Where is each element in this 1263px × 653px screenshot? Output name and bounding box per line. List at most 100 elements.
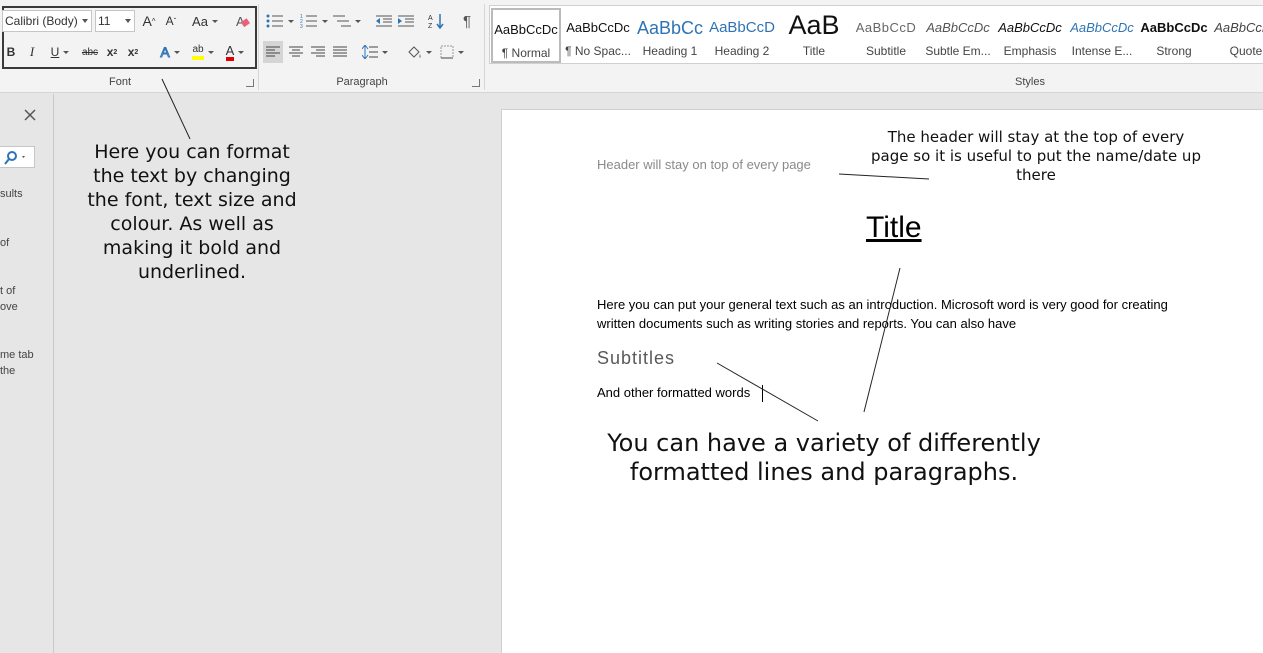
- style-name: Intense E...: [1071, 44, 1133, 58]
- annotation-line: You can have a variety of differently: [607, 429, 1041, 457]
- style-intense-emphasis[interactable]: AaBbCcDc Intense E...: [1067, 8, 1137, 63]
- subscript-mark: 2: [113, 48, 118, 56]
- annotation-line: there: [1016, 166, 1056, 184]
- multilevel-list-icon: [333, 15, 351, 27]
- style-heading-1[interactable]: AaBbCc Heading 1: [635, 8, 705, 63]
- style-no-spacing[interactable]: AaBbCcDc ¶ No Spac...: [563, 8, 633, 63]
- close-icon[interactable]: [23, 108, 37, 122]
- style-subtle-emphasis[interactable]: AaBbCcDc Subtle Em...: [923, 8, 993, 63]
- superscript-mark: 2: [134, 48, 139, 56]
- strikethrough-icon: abc: [81, 46, 99, 58]
- document-header[interactable]: Header will stay on top of every page: [597, 157, 811, 172]
- style-name: ¶ Normal: [501, 46, 551, 60]
- font-name-combo[interactable]: Calibri (Body): [2, 10, 92, 32]
- numbering-button[interactable]: 123: [299, 10, 329, 32]
- search-document-field[interactable]: [0, 146, 35, 168]
- align-center-button[interactable]: [286, 41, 306, 63]
- style-subtitle[interactable]: AaBbCcD Subtitle: [851, 8, 921, 63]
- show-formatting-marks-button[interactable]: ¶: [458, 10, 476, 32]
- bold-button[interactable]: B: [4, 41, 18, 63]
- style-preview: AaBbCcDc: [566, 20, 630, 35]
- style-name: Subtle Em...: [925, 44, 991, 58]
- italic-button[interactable]: I: [25, 41, 39, 63]
- clear-formatting-icon: A: [236, 14, 250, 29]
- style-preview: AaBbCcDc: [1140, 20, 1208, 35]
- word-window: Calibri (Body) 11 A ^ Aˇ Aa A B I U abc x…: [0, 0, 1263, 653]
- underline-icon: U: [50, 45, 60, 59]
- font-group-label: Font: [108, 76, 131, 88]
- align-left-button[interactable]: [263, 41, 283, 63]
- style-name: Emphasis: [1003, 44, 1057, 58]
- annotation-line: formatted lines and paragraphs.: [629, 458, 1019, 486]
- font-dialog-launcher-icon[interactable]: [246, 79, 254, 87]
- justify-icon: [333, 46, 347, 57]
- numbering-icon: 123: [300, 14, 317, 28]
- svg-text:Z: Z: [428, 23, 433, 29]
- highlight-icon: ab: [192, 44, 204, 60]
- formatted-words-text[interactable]: And other formatted words: [597, 385, 750, 400]
- nav-results-text: of: [0, 237, 10, 249]
- underline-button[interactable]: U: [46, 41, 74, 63]
- style-name: Strong: [1156, 44, 1192, 58]
- align-left-icon: [266, 46, 280, 57]
- change-case-label: Aa: [192, 13, 208, 29]
- style-heading-2[interactable]: AaBbCcD Heading 2: [707, 8, 777, 63]
- superscript-button[interactable]: x2: [125, 41, 141, 63]
- text-cursor: [762, 385, 763, 402]
- style-strong[interactable]: AaBbCcDc Strong: [1139, 8, 1209, 63]
- annotation-line: colour. As well as: [110, 213, 274, 235]
- justify-button[interactable]: [330, 41, 350, 63]
- align-right-button[interactable]: [308, 41, 328, 63]
- annotation-line: Here you can format: [94, 141, 290, 163]
- font-size-combo[interactable]: 11: [95, 10, 135, 32]
- align-center-icon: [289, 46, 303, 57]
- annotation-line: page so it is useful to put the name/dat…: [871, 147, 1201, 165]
- font-annotation: Here you can format the text by changing…: [70, 140, 314, 284]
- paragraph-dialog-launcher-icon[interactable]: [472, 79, 480, 87]
- shading-button[interactable]: [404, 41, 434, 63]
- document-subtitle[interactable]: Subtitles: [597, 348, 675, 369]
- subscript-icon: x: [106, 45, 114, 59]
- style-preview: AaBbCcDc: [1070, 20, 1134, 35]
- annotation-line: the text by changing: [93, 165, 291, 187]
- clear-formatting-button[interactable]: A: [232, 10, 252, 32]
- text-effects-button[interactable]: A: [156, 41, 184, 63]
- strikethrough-button[interactable]: abc: [80, 41, 100, 63]
- increase-indent-button[interactable]: [396, 10, 416, 32]
- styles-group-label: Styles: [1015, 76, 1045, 88]
- style-preview: AaBbCcD: [709, 19, 775, 36]
- style-preview: AaBbCcD: [855, 20, 917, 35]
- document-page[interactable]: [501, 109, 1263, 653]
- style-preview: AaBbCcDc: [1214, 20, 1263, 35]
- align-right-icon: [311, 46, 325, 57]
- bullets-button[interactable]: [266, 10, 294, 32]
- style-quote[interactable]: AaBbCcDc Quote: [1211, 8, 1263, 63]
- style-emphasis[interactable]: AaBbCcDc Emphasis: [995, 8, 1065, 63]
- borders-button[interactable]: [437, 41, 467, 63]
- bullets-icon: [266, 14, 283, 28]
- text-effects-icon: A: [160, 44, 170, 61]
- highlight-button[interactable]: ab: [188, 41, 218, 63]
- change-case-button[interactable]: Aa: [190, 10, 220, 32]
- style-title[interactable]: AaB Title: [779, 8, 849, 63]
- style-normal[interactable]: AaBbCcDc ¶ Normal: [491, 8, 561, 63]
- decrease-indent-button[interactable]: [374, 10, 394, 32]
- line-spacing-icon: [362, 45, 378, 59]
- shrink-font-button[interactable]: Aˇ: [162, 10, 180, 32]
- font-color-button[interactable]: A: [222, 41, 248, 63]
- grow-font-button[interactable]: A ^: [140, 10, 158, 32]
- borders-icon: [440, 45, 454, 59]
- multilevel-list-button[interactable]: [333, 10, 361, 32]
- bold-icon: B: [6, 45, 16, 59]
- group-divider: [258, 4, 259, 90]
- body-text-line[interactable]: Here you can put your general text such …: [597, 297, 1168, 312]
- line-spacing-button[interactable]: [360, 41, 390, 63]
- style-name: Heading 1: [642, 44, 698, 58]
- style-preview: AaBbCcDc: [926, 20, 990, 35]
- subscript-button[interactable]: x2: [104, 41, 120, 63]
- document-title[interactable]: Title: [866, 211, 922, 245]
- body-text-line[interactable]: written documents such as writing storie…: [597, 316, 1016, 331]
- pilcrow-icon: ¶: [462, 12, 472, 30]
- sort-button[interactable]: AZ: [426, 10, 446, 32]
- ribbon: Calibri (Body) 11 A ^ Aˇ Aa A B I U abc x…: [0, 0, 1263, 93]
